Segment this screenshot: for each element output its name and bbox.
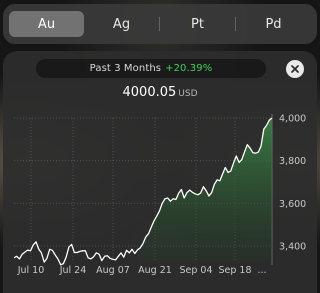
segment-pd-label: Pd bbox=[265, 16, 282, 32]
price-chart: 3,400 3,600 3,800 4,000 Jul 10 Jul 24 Aug 07 Au… bbox=[13, 114, 306, 276]
x-tick-label: Aug 07 bbox=[96, 265, 130, 276]
price-detail-card: Past 3 Months +20.39% 4000.05 USD 3,400 3,… bbox=[3, 51, 317, 293]
segment-au[interactable]: Au bbox=[9, 11, 84, 37]
y-tick-label: 4,000 bbox=[279, 114, 306, 125]
segment-ag-label: Ag bbox=[112, 16, 131, 32]
segment-pt[interactable]: Pt bbox=[160, 11, 235, 37]
y-tick-label: 3,400 bbox=[279, 242, 306, 253]
segment-ag[interactable]: Ag bbox=[84, 11, 159, 37]
y-tick-label: 3,600 bbox=[279, 199, 306, 210]
x-tick-label: Jul 10 bbox=[17, 265, 45, 276]
metal-segmented-control: Au Ag Pt Pd bbox=[3, 4, 317, 44]
x-tick-label: Aug 21 bbox=[138, 265, 172, 276]
x-tick-label: Sep 18 bbox=[218, 265, 251, 276]
segment-au-label: Au bbox=[37, 16, 56, 32]
segment-pt-label: Pt bbox=[191, 16, 204, 32]
segment-pd[interactable]: Pd bbox=[236, 11, 311, 37]
x-tick-label: Jul 24 bbox=[59, 265, 87, 276]
x-tick-label: ... bbox=[257, 265, 266, 276]
x-tick-label: Sep 04 bbox=[179, 265, 212, 276]
y-tick-label: 3,800 bbox=[279, 156, 306, 167]
